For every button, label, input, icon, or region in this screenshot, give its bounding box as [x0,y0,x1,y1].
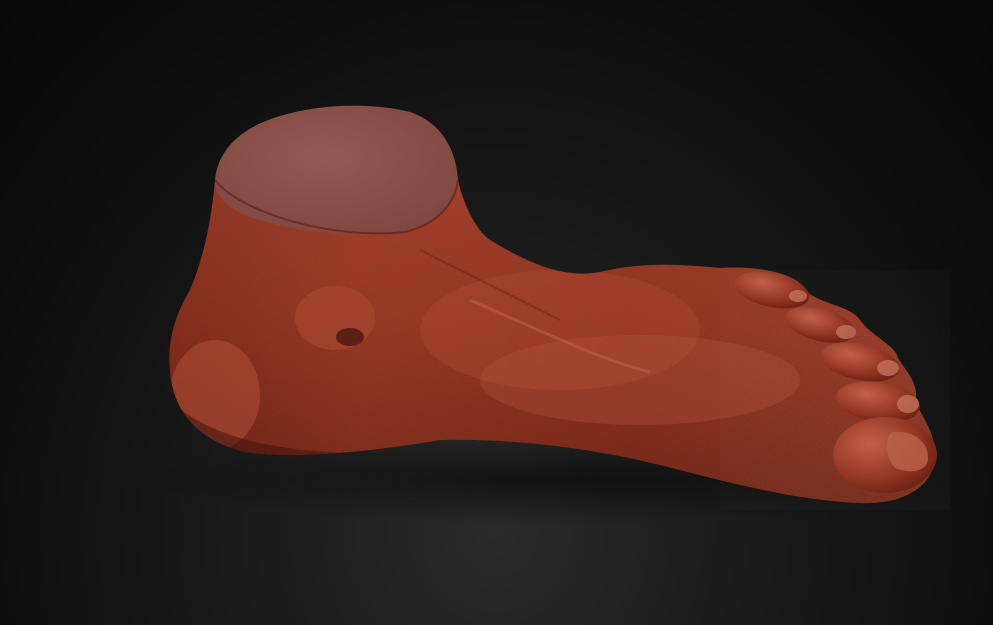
3d-viewport[interactable] [0,0,993,625]
foot-sculpt-render [140,105,980,525]
ankle-cut-face [215,105,458,235]
toes [720,270,950,510]
